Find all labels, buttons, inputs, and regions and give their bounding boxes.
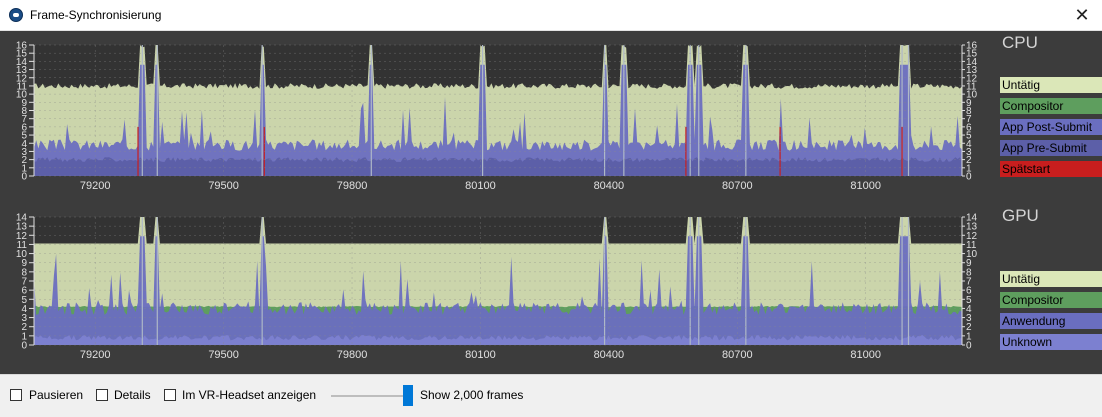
gpu-heading: GPU [1002, 206, 1039, 225]
cpu-y-tick-left-16: 16 [16, 41, 28, 52]
gpu-x-tick-79200: 79200 [80, 349, 111, 361]
controls-bar: Pausieren Details Im VR-Headset anzeigen… [0, 374, 1102, 417]
pause-checkbox[interactable] [10, 389, 22, 401]
cpu-heading: CPU [1002, 33, 1038, 52]
window-title: Frame-Synchronisierung [30, 8, 162, 22]
gpu-y-tick-right-14: 14 [966, 213, 978, 224]
frames-slider-thumb[interactable] [403, 385, 413, 406]
title-bar: Frame-Synchronisierung ✕ [0, 0, 1102, 31]
details-checkbox[interactable] [96, 389, 108, 401]
gpu-legend-idle: Untätig [1000, 271, 1102, 287]
gpu-legend-compositor: Compositor [1000, 292, 1102, 308]
vr-headset-checkbox[interactable] [164, 389, 176, 401]
gpu-legend-unknown: Unknown [1000, 334, 1102, 350]
frames-label: Show 2,000 frames [420, 388, 524, 402]
gpu-x-tick-80400: 80400 [594, 349, 625, 361]
gpu-x-tick-80700: 80700 [722, 349, 753, 361]
details-label[interactable]: Details [114, 388, 151, 402]
cpu-legend-app-pre-submit: App Pre-Submit [1000, 140, 1102, 156]
cpu-legend-app-post-submit: App Post-Submit [1000, 119, 1102, 135]
pause-label[interactable]: Pausieren [29, 388, 83, 402]
steamvr-app-icon [9, 8, 23, 22]
cpu-chart: 0 01 12 23 34 45 56 67 78 89 910 1011 1112 1213 1314 14… [0, 31, 1000, 199]
gpu-x-tick-79800: 79800 [337, 349, 368, 361]
cpu-legend: CPU Untätig Compositor App Post-Submit A… [1000, 31, 1102, 199]
gpu-chart: 0 01 12 23 34 45 56 67 78 89 910 1011 1112 1213 1314 14… [0, 207, 1000, 374]
cpu-x-tick-79500: 79500 [208, 180, 239, 192]
gpu-y-tick-left-14: 14 [16, 213, 28, 224]
cpu-legend-late-start: Spätstart [1000, 161, 1102, 177]
gpu-x-tick-79500: 79500 [208, 349, 239, 361]
cpu-x-tick-80700: 80700 [722, 180, 753, 192]
cpu-x-tick-80100: 80100 [465, 180, 496, 192]
frames-slider-track[interactable] [331, 395, 412, 397]
graphs-area: 0 0 1 1 2 2 3 3 4 4 5 5 6 6 7 7 8 8 9 9 10 10 11 11 12 12 13 13 14 14… [0, 31, 1102, 374]
cpu-x-tick-79200: 79200 [80, 180, 111, 192]
cpu-x-tick-81000: 81000 [850, 180, 881, 192]
gpu-x-tick-81000: 81000 [850, 349, 881, 361]
cpu-x-tick-79800: 79800 [337, 180, 368, 192]
gpu-x-tick-80100: 80100 [465, 349, 496, 361]
close-button[interactable]: ✕ [1062, 0, 1102, 31]
vr-headset-label[interactable]: Im VR-Headset anzeigen [182, 388, 316, 402]
cpu-y-tick-right-16: 16 [966, 41, 978, 52]
cpu-x-tick-80400: 80400 [594, 180, 625, 192]
gpu-legend-application: Anwendung [1000, 313, 1102, 329]
gpu-legend: GPU Untätig Compositor Anwendung Unknown [1000, 206, 1102, 374]
cpu-legend-idle: Untätig [1000, 77, 1102, 93]
cpu-legend-compositor: Compositor [1000, 98, 1102, 114]
